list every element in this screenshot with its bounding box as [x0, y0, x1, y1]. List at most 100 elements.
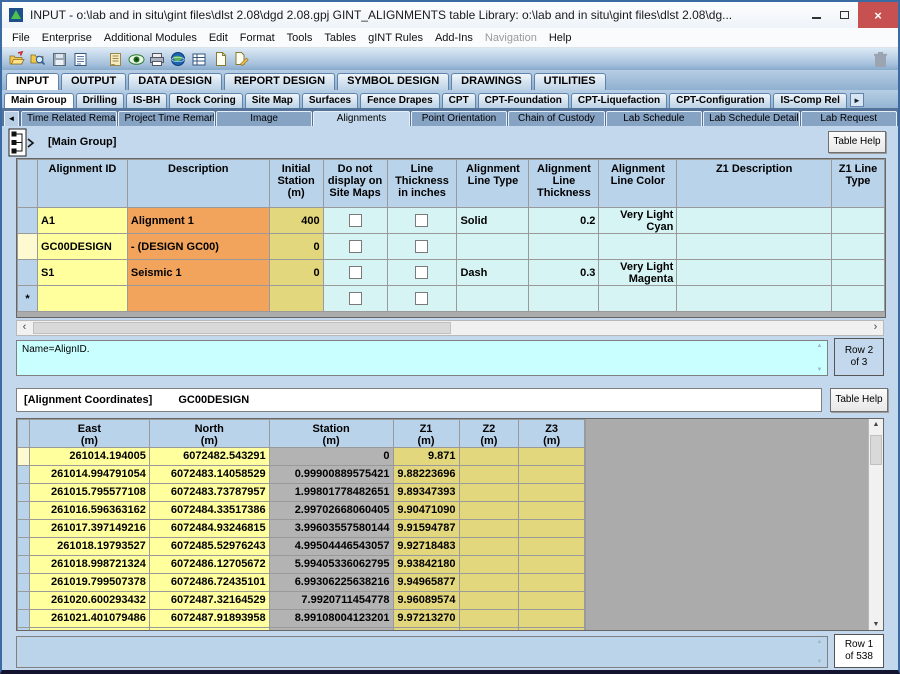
z3-cell[interactable]: [519, 520, 585, 538]
tab-project-time-remarks[interactable]: Project Time Remarks: [118, 111, 214, 126]
tab-main-group[interactable]: Main Group: [4, 93, 74, 108]
selector-cell[interactable]: [18, 448, 30, 466]
line-thickness-inches-cell[interactable]: [387, 260, 457, 286]
tab-site-map[interactable]: Site Map: [245, 93, 300, 108]
selector-cell[interactable]: [18, 484, 30, 502]
selector-cell[interactable]: [18, 520, 30, 538]
line-thickness-cell[interactable]: 0.2: [529, 208, 599, 234]
menu-tools[interactable]: Tools: [281, 30, 319, 46]
north-cell[interactable]: 6072486.72435101: [149, 574, 269, 592]
new-document-icon[interactable]: [210, 49, 230, 69]
checkbox[interactable]: [349, 214, 362, 227]
minimize-button[interactable]: [802, 4, 830, 26]
z1-description-cell[interactable]: [677, 286, 832, 312]
north-cell[interactable]: 6072484.93246815: [149, 520, 269, 538]
initial-station-cell[interactable]: 400: [269, 208, 323, 234]
menu-tables[interactable]: Tables: [318, 30, 362, 46]
east-cell[interactable]: 261018.19793527: [29, 538, 149, 556]
z1-cell[interactable]: 9.88223696: [393, 466, 459, 484]
tab-alignments[interactable]: Alignments: [313, 111, 409, 126]
line-type-cell[interactable]: [457, 234, 529, 260]
initial-station-cell[interactable]: 0: [269, 260, 323, 286]
initial-station-cell[interactable]: [269, 286, 323, 312]
selector-cell[interactable]: [18, 592, 30, 610]
description-cell[interactable]: [127, 286, 269, 312]
selector-cell[interactable]: [18, 502, 30, 520]
tab-cpt-liquefaction[interactable]: CPT-Liquefaction: [571, 93, 667, 108]
scroll-right-icon[interactable]: ›: [868, 321, 883, 335]
east-cell[interactable]: 261018.998721324: [29, 556, 149, 574]
close-button[interactable]: ×: [858, 2, 898, 28]
do-not-display-cell[interactable]: [323, 286, 387, 312]
selector-cell[interactable]: [18, 538, 30, 556]
north-cell[interactable]: 6072482.543291: [149, 448, 269, 466]
tab-lab-schedule[interactable]: Lab Schedule: [606, 111, 702, 126]
east-cell[interactable]: 261022.201865541: [29, 628, 149, 631]
menu-edit[interactable]: Edit: [203, 30, 234, 46]
z1-line-type-cell[interactable]: [831, 234, 884, 260]
scroll-up-icon[interactable]: ▲: [817, 343, 823, 349]
east-cell[interactable]: 261017.397149216: [29, 520, 149, 538]
selector-cell[interactable]: [18, 208, 38, 234]
tab-lab-schedule-details[interactable]: Lab Schedule Details: [703, 111, 799, 126]
z2-cell[interactable]: [459, 538, 519, 556]
tab-report-design[interactable]: REPORT DESIGN: [224, 73, 335, 90]
tab-utilities[interactable]: UTILITIES: [534, 73, 606, 90]
z1-cell[interactable]: 9.89347393: [393, 484, 459, 502]
z3-cell[interactable]: [519, 502, 585, 520]
east-cell[interactable]: 261014.194005: [29, 448, 149, 466]
east-cell[interactable]: 261014.994791054: [29, 466, 149, 484]
tab-drilling[interactable]: Drilling: [76, 93, 124, 108]
z1-description-cell[interactable]: [677, 234, 832, 260]
station-cell[interactable]: 7.9920711454778: [269, 592, 393, 610]
description-cell[interactable]: Alignment 1: [127, 208, 269, 234]
line-color-cell[interactable]: [599, 286, 677, 312]
line-thickness-inches-cell[interactable]: [387, 208, 457, 234]
north-cell[interactable]: 6072485.52976243: [149, 538, 269, 556]
table-list-icon[interactable]: [189, 49, 209, 69]
z2-cell[interactable]: [459, 484, 519, 502]
selector-cell[interactable]: [18, 628, 30, 631]
z3-cell[interactable]: [519, 538, 585, 556]
do-not-display-cell[interactable]: [323, 208, 387, 234]
table-help-button-lower[interactable]: Table Help: [830, 388, 888, 412]
line-thickness-inches-cell[interactable]: [387, 234, 457, 260]
report-script-icon[interactable]: [105, 49, 125, 69]
z1-cell[interactable]: 9.93842180: [393, 556, 459, 574]
east-cell[interactable]: 261016.596363162: [29, 502, 149, 520]
north-cell[interactable]: 6072487.91893958: [149, 610, 269, 628]
north-cell[interactable]: 6072488.51623387: [149, 628, 269, 631]
z1-cell[interactable]: 9.98336967: [393, 628, 459, 631]
z1-line-type-cell[interactable]: [831, 208, 884, 234]
north-cell[interactable]: 6072484.33517386: [149, 502, 269, 520]
checkbox[interactable]: [415, 240, 428, 253]
z2-cell[interactable]: [459, 610, 519, 628]
z3-cell[interactable]: [519, 592, 585, 610]
z2-cell[interactable]: [459, 466, 519, 484]
tab-data-design[interactable]: DATA DESIGN: [128, 73, 222, 90]
line-thickness-cell[interactable]: [529, 286, 599, 312]
tab-scroll-left-icon[interactable]: ◄: [4, 111, 19, 126]
save-icon[interactable]: [49, 49, 69, 69]
preview-eye-icon[interactable]: [126, 49, 146, 69]
checkbox[interactable]: [349, 240, 362, 253]
alignment-id-cell[interactable]: GC00DESIGN: [37, 234, 127, 260]
description-cell[interactable]: Seismic 1: [127, 260, 269, 286]
z3-cell[interactable]: [519, 466, 585, 484]
station-cell[interactable]: 0: [269, 448, 393, 466]
scrollbar-thumb[interactable]: [33, 322, 451, 334]
z1-line-type-cell[interactable]: [831, 260, 884, 286]
selector-cell[interactable]: [18, 234, 38, 260]
station-cell[interactable]: 1.99801778482651: [269, 484, 393, 502]
menu-add-ins[interactable]: Add-Ins: [429, 30, 479, 46]
z3-cell[interactable]: [519, 574, 585, 592]
tab-cpt-foundation[interactable]: CPT-Foundation: [478, 93, 569, 108]
north-cell[interactable]: 6072487.32164529: [149, 592, 269, 610]
east-cell[interactable]: 261015.795577108: [29, 484, 149, 502]
tab-output[interactable]: OUTPUT: [61, 73, 126, 90]
z2-cell[interactable]: [459, 556, 519, 574]
line-type-cell[interactable]: Dash: [457, 260, 529, 286]
menu-enterprise[interactable]: Enterprise: [36, 30, 98, 46]
station-cell[interactable]: 6.99306225638216: [269, 574, 393, 592]
file-browse-icon[interactable]: [28, 49, 48, 69]
